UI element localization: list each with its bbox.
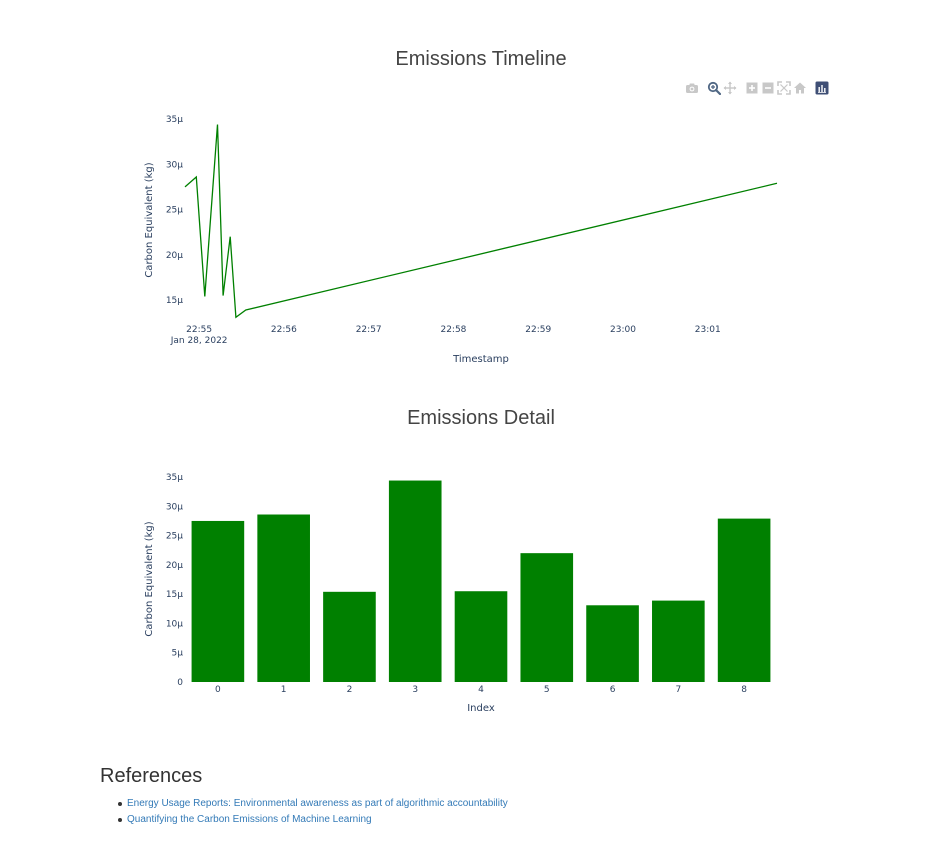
timeline-chart-title: Emissions Timeline (395, 48, 567, 70)
bar[interactable] (257, 514, 310, 682)
x-tick-label: 8 (741, 685, 747, 695)
detail-chart: 0 1 2 3 4 5 6 7 8 0 5μ 10μ 15μ 20μ 25μ 30μ 35μ Index Ca… (144, 473, 771, 714)
zoom-icon[interactable] (707, 81, 721, 95)
x-tick-label: 22:57 (356, 325, 382, 335)
x-tick-label: 22:59 (525, 325, 551, 335)
zoom-out-icon[interactable] (761, 81, 775, 95)
line-point[interactable] (232, 313, 240, 321)
y-tick-label: 20μ (166, 561, 183, 571)
bar[interactable] (520, 553, 574, 682)
references-section: References Energy Usage Reports: Environ… (100, 765, 508, 827)
y-tick-label: 15μ (166, 296, 183, 306)
x-axis-title: Index (467, 703, 495, 714)
x-tick-label: 1 (281, 685, 287, 695)
x-tick-label: 22:55 (186, 325, 212, 335)
x-tick-date-label: Jan 28, 2022 (170, 336, 228, 346)
bar[interactable] (191, 520, 245, 682)
reference-link[interactable]: Quantifying the Carbon Emissions of Mach… (127, 814, 372, 825)
y-tick-label: 10μ (166, 619, 183, 629)
series-line[interactable] (184, 124, 778, 319)
references-list: Energy Usage Reports: Environmental awar… (100, 796, 508, 827)
line-point[interactable] (773, 179, 781, 187)
reference-item: Energy Usage Reports: Environmental awar… (118, 796, 508, 812)
bar[interactable] (388, 480, 442, 682)
bar[interactable] (586, 605, 639, 682)
zoom-in-icon[interactable] (745, 81, 759, 95)
home-icon[interactable] (793, 81, 807, 95)
pan-icon[interactable] (723, 81, 737, 95)
line-point[interactable] (213, 120, 221, 128)
x-tick-label: 7 (675, 685, 681, 695)
autoscale-icon[interactable] (777, 81, 791, 95)
x-tick-label: 3 (412, 685, 418, 695)
y-tick-label: 25μ (166, 532, 183, 542)
x-tick-label: 23:01 (695, 325, 721, 335)
x-tick-label: 0 (215, 685, 221, 695)
x-tick-label: 23:00 (610, 325, 636, 335)
line-point[interactable] (226, 233, 234, 241)
timeline-chart: 22:55 22:56 22:57 22:58 22:59 23:00 23:01 Jan … (144, 115, 781, 365)
y-tick-label: 20μ (166, 251, 183, 261)
y-axis-title: Carbon Equivalent (kg) (144, 521, 155, 636)
y-tick-label: 35μ (166, 115, 183, 125)
y-tick-label: 15μ (166, 590, 183, 600)
line-point[interactable] (192, 173, 200, 181)
detail-chart-title: Emissions Detail (407, 407, 555, 429)
bar[interactable] (454, 591, 508, 682)
line-point[interactable] (201, 292, 209, 300)
x-axis-title: Timestamp (452, 354, 509, 365)
plotly-logo-icon[interactable] (815, 81, 829, 95)
y-tick-label: 30μ (166, 160, 183, 170)
y-tick-label: 25μ (166, 206, 183, 216)
y-tick-label: 30μ (166, 502, 183, 512)
bar[interactable] (652, 600, 705, 682)
bar[interactable] (717, 518, 771, 682)
chart-modebar (685, 81, 830, 95)
line-point[interactable] (181, 183, 189, 191)
reference-item: Quantifying the Carbon Emissions of Mach… (118, 812, 508, 828)
x-tick-label: 22:56 (271, 325, 297, 335)
line-point[interactable] (242, 306, 250, 314)
bar[interactable] (323, 591, 376, 682)
references-heading: References (100, 765, 203, 787)
line-point[interactable] (219, 292, 227, 300)
y-axis-title: Carbon Equivalent (kg) (144, 162, 155, 277)
y-tick-label: 35μ (166, 473, 183, 483)
x-tick-label: 2 (347, 685, 353, 695)
x-tick-label: 4 (478, 685, 484, 695)
y-tick-label: 5μ (172, 649, 184, 659)
x-tick-label: 22:58 (440, 325, 466, 335)
camera-icon[interactable] (685, 81, 699, 95)
y-tick-label: 0 (177, 678, 183, 688)
x-tick-label: 6 (610, 685, 616, 695)
x-tick-label: 5 (544, 685, 550, 695)
reference-link[interactable]: Energy Usage Reports: Environmental awar… (127, 798, 508, 809)
